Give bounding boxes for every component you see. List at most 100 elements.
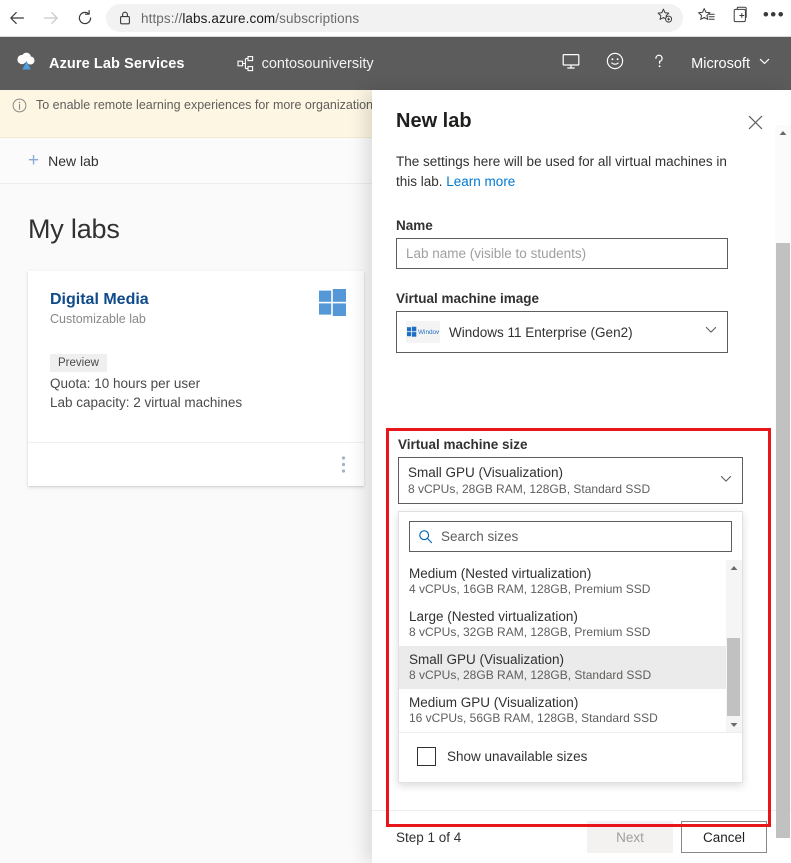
lab-card-name[interactable]: Digital Media [50,291,342,309]
lock-icon [118,10,132,26]
search-icon [418,529,433,544]
forward-button[interactable] [34,3,68,33]
lab-card-capacity: Lab capacity: 2 virtual machines [50,395,243,410]
footer-buttons: Next Cancel [587,821,767,853]
monitor-icon [561,51,581,76]
chevron-down-icon [704,323,718,342]
learn-more-link[interactable]: Learn more [446,174,515,189]
url-text[interactable]: https://labs.azure.com/subscriptions [141,11,651,26]
resource-group-icon [237,55,255,73]
feedback-button[interactable] [593,42,637,86]
lab-card-footer [28,442,364,486]
caret-down-icon[interactable] [726,717,742,732]
vm-image-dropdown[interactable]: Windows Windows 11 Enterprise (Gen2) [396,311,728,353]
search-sizes-placeholder: Search sizes [441,529,519,544]
show-unavailable-checkbox[interactable] [417,747,436,766]
browser-settings-button[interactable]: ••• [757,3,791,33]
vm-size-option-specs: 4 vCPUs, 16GB RAM, 128GB, Premium SSD [409,582,651,596]
lab-name-placeholder: Lab name (visible to students) [406,246,587,261]
windows-logo-icon [319,289,346,317]
step-indicator: Step 1 of 4 [396,829,462,845]
option-list-scrollbar[interactable] [726,560,742,732]
name-field-group: Name Lab name (visible to students) [396,218,751,269]
lab-card-subtitle: Customizable lab [50,312,146,326]
browser-toolbar: https://labs.azure.com/subscriptions ••• [0,0,791,37]
account-menu[interactable]: Microsoft [681,55,777,72]
back-button[interactable] [0,3,34,33]
cancel-button[interactable]: Cancel [681,821,767,853]
refresh-button[interactable] [68,3,102,33]
tenant-selector[interactable]: contosouniversity [237,55,374,73]
vm-image-field-group: Virtual machine image Windows Windows 11… [396,291,751,353]
panel-footer: Step 1 of 4 Next Cancel [372,810,791,863]
vm-size-dropdown[interactable]: Small GPU (Visualization) 8 vCPUs, 28GB … [398,457,743,504]
vm-size-option[interactable]: Medium (Nested virtualization) 4 vCPUs, … [399,560,742,603]
header-actions: Microsoft [549,42,791,86]
vm-size-option-specs: 8 vCPUs, 32GB RAM, 128GB, Premium SSD [409,625,651,639]
azure-header: Azure Lab Services contosouniversity Mic… [0,37,791,90]
vm-image-value: Windows 11 Enterprise (Gen2) [449,324,633,340]
kebab-menu-icon[interactable] [341,455,346,474]
star-plus-icon [656,7,673,29]
vm-size-option-name: Large (Nested virtualization) [409,609,578,624]
arrow-left-icon [8,9,26,27]
brand-home-link[interactable]: Azure Lab Services [14,52,185,76]
status-badge: Preview [50,354,107,372]
url-host: labs.azure.com [182,10,276,26]
panel-scrollbar-thumb[interactable] [776,243,790,838]
vm-size-option-specs: 8 vCPUs, 28GB RAM, 128GB, Standard SSD [409,668,652,682]
panel-scrollbar[interactable] [775,125,791,838]
ellipsis-icon: ••• [762,5,786,24]
lab-card-body: Digital Media Customizable lab Preview Q… [28,271,364,410]
caret-up-icon[interactable] [775,125,791,140]
search-sizes-input[interactable]: Search sizes [409,521,732,552]
show-unavailable-row[interactable]: Show unavailable sizes [399,732,742,782]
monitor-button[interactable] [549,42,593,86]
collections-button[interactable] [723,3,757,33]
close-icon [748,115,763,135]
vm-size-option-selected[interactable]: Small GPU (Visualization) 8 vCPUs, 28GB … [399,646,742,689]
option-scrollbar-track[interactable] [726,575,742,717]
vm-size-value: Small GPU (Visualization) [408,465,564,480]
add-favorite-button[interactable] [651,5,677,31]
lab-name-input[interactable]: Lab name (visible to students) [396,238,728,269]
smiley-icon [605,51,625,76]
option-scrollbar-thumb[interactable] [727,638,740,716]
panel-header: New lab [372,90,791,143]
vm-image-label: Virtual machine image [396,291,540,306]
vm-size-field-group: Virtual machine size Small GPU (Visualiz… [398,437,758,783]
favorites-list-icon [697,6,716,30]
plus-icon: + [28,150,40,171]
lab-card[interactable]: Digital Media Customizable lab Preview Q… [28,271,364,486]
new-lab-button[interactable]: + New lab [28,151,99,170]
url-scheme: https:// [141,10,183,26]
show-unavailable-label: Show unavailable sizes [447,749,588,764]
panel-description: The settings here will be used for all v… [396,152,728,192]
vm-size-option-specs: 16 vCPUs, 56GB RAM, 128GB, Standard SSD [409,711,658,725]
vm-size-option-name: Medium GPU (Visualization) [409,695,579,710]
name-label: Name [396,218,433,233]
refresh-icon [76,9,94,27]
question-mark-icon [649,51,669,76]
vm-size-option-name: Medium (Nested virtualization) [409,566,592,581]
windows-badge-icon: Windows [406,321,440,343]
lab-card-quota: Quota: 10 hours per user [50,376,201,391]
info-icon [12,98,27,118]
tenant-name: contosouniversity [261,55,374,72]
next-button[interactable]: Next [587,821,673,853]
account-name: Microsoft [691,55,750,72]
svg-text:Windows: Windows [418,329,439,336]
vm-size-option[interactable]: Medium GPU (Visualization) 16 vCPUs, 56G… [399,689,742,732]
vm-size-option[interactable]: Large (Nested virtualization) 8 vCPUs, 3… [399,603,742,646]
close-button[interactable] [741,111,769,139]
chevron-down-icon [719,471,733,490]
caret-up-icon[interactable] [726,560,742,575]
panel-title: New lab [396,110,472,132]
address-bar[interactable]: https://labs.azure.com/subscriptions [106,4,683,32]
chevron-down-icon [758,55,771,72]
url-path: /subscriptions [275,10,360,26]
help-button[interactable] [637,42,681,86]
vm-size-label: Virtual machine size [398,437,528,452]
favorites-button[interactable] [689,3,723,33]
search-wrapper: Search sizes [399,512,742,560]
